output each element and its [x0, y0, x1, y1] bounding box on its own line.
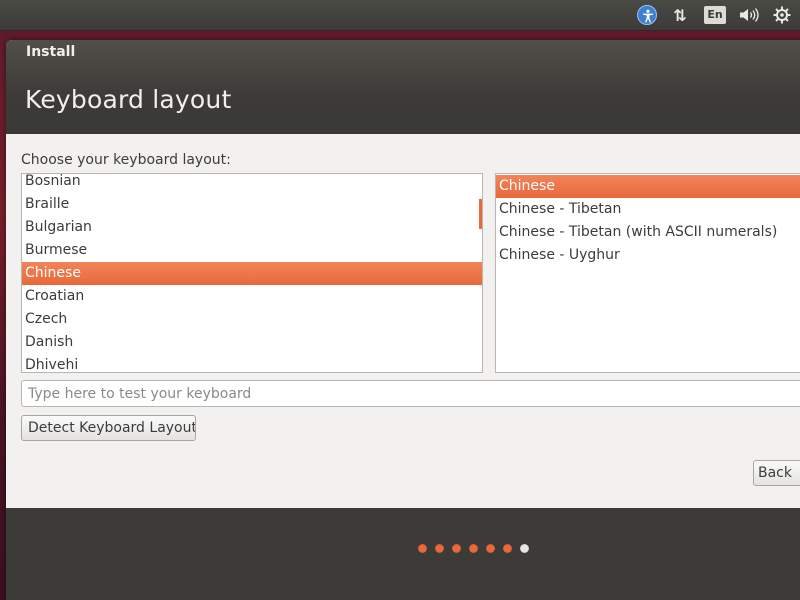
page-title: Keyboard layout	[25, 85, 232, 114]
variant-list[interactable]: Chinese Chinese - Tibetan Chinese - Tibeta…	[495, 173, 800, 373]
volume-icon[interactable]	[736, 4, 762, 26]
variant-list-item[interactable]: Chinese - Tibetan	[496, 198, 800, 221]
progress-dot	[418, 544, 427, 553]
variant-list-item[interactable]: Chinese - Tibetan (with ASCII numerals)	[496, 221, 800, 244]
top-panel: ⇅ En	[0, 0, 800, 31]
progress-dots	[418, 544, 529, 553]
progress-dot-current	[520, 544, 529, 553]
back-button[interactable]: Back	[753, 460, 800, 486]
window-title: Install	[26, 44, 76, 60]
layout-list-item[interactable]: Croatian	[22, 285, 482, 308]
detect-keyboard-layout-button[interactable]: Detect Keyboard Layout	[21, 415, 196, 441]
layout-list[interactable]: Bosnian Braille Bulgarian Burmese Chinese Cro…	[21, 173, 483, 373]
progress-dot	[503, 544, 512, 553]
progress-dot	[452, 544, 461, 553]
layout-list-item[interactable]: Danish	[22, 331, 482, 354]
settings-gear-icon[interactable]	[770, 4, 794, 26]
layout-list-item[interactable]: Dhivehi	[22, 354, 482, 372]
layout-list-item[interactable]: Czech	[22, 308, 482, 331]
variant-list-item[interactable]: Chinese	[496, 175, 800, 198]
layout-list-item[interactable]: Braille	[22, 193, 482, 216]
language-label: En	[704, 6, 726, 24]
installer-window: Install Keyboard layout Choose your keyb…	[6, 40, 800, 600]
layout-list-item[interactable]: Bulgarian	[22, 216, 482, 239]
layout-list-item[interactable]: Bosnian	[22, 174, 482, 193]
variant-list-item[interactable]: Chinese - Uyghur	[496, 244, 800, 267]
layout-list-items: Bosnian Braille Bulgarian Burmese Chinese Cro…	[22, 174, 482, 372]
layout-list-scrollbar[interactable]	[479, 199, 482, 229]
keyboard-language-indicator[interactable]: En	[704, 4, 726, 26]
progress-dot	[469, 544, 478, 553]
layout-prompt: Choose your keyboard layout:	[21, 152, 231, 168]
installer-footer	[6, 508, 800, 600]
accessibility-icon[interactable]	[636, 4, 658, 26]
window-header: Install Keyboard layout	[6, 40, 800, 134]
network-icon[interactable]: ⇅	[668, 4, 692, 26]
progress-dot	[435, 544, 444, 553]
variant-list-items: Chinese Chinese - Tibetan Chinese - Tibeta…	[496, 175, 800, 267]
layout-list-item[interactable]: Chinese	[22, 262, 482, 285]
layout-list-item[interactable]: Burmese	[22, 239, 482, 262]
progress-dot	[486, 544, 495, 553]
keyboard-test-input[interactable]	[21, 380, 800, 407]
